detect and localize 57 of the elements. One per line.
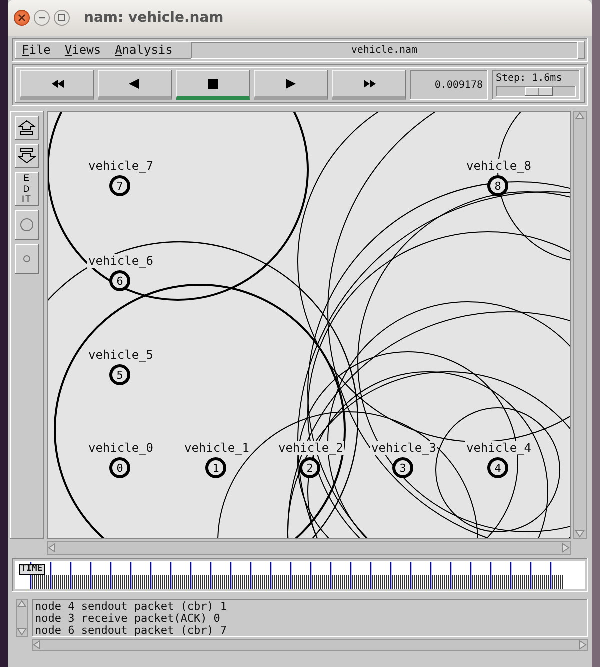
node-label: vehicle_7 — [87, 159, 155, 173]
zoom-out-button[interactable] — [15, 144, 39, 168]
step-slider-thumb[interactable] — [524, 87, 552, 96]
log-horizontal-scrollbar[interactable] — [32, 639, 588, 651]
node-circle[interactable]: 2 — [300, 458, 320, 478]
menu-item[interactable]: Views — [64, 43, 102, 57]
menu-item[interactable]: File — [22, 43, 51, 57]
step-label: Step: 1.6ms — [496, 73, 564, 84]
time-label: TIME — [19, 564, 45, 575]
node-circle[interactable]: 1 — [206, 458, 226, 478]
menu-item[interactable]: Analysis — [115, 43, 173, 57]
up-arrow-icon — [18, 120, 36, 136]
play-button[interactable] — [254, 70, 328, 100]
log-line: node 4 sendout packet (cbr) 1 — [35, 601, 228, 613]
close-icon — [18, 14, 26, 22]
maximize-button[interactable] — [54, 10, 70, 26]
node-label: vehicle_2 — [277, 441, 345, 455]
edit-button[interactable]: EDIT — [15, 172, 39, 206]
circle-icon — [23, 255, 31, 263]
node-label: vehicle_8 — [465, 159, 533, 173]
node-circle[interactable]: 4 — [488, 458, 508, 478]
node-label: vehicle_0 — [87, 441, 155, 455]
horizontal-scrollbar[interactable] — [47, 541, 571, 555]
rewind-button[interactable] — [20, 70, 94, 100]
close-button[interactable] — [14, 10, 30, 26]
large-circle-button[interactable] — [15, 210, 39, 240]
node-circle[interactable]: 6 — [110, 270, 130, 292]
down-arrow-icon — [18, 148, 36, 164]
zoom-in-button[interactable] — [15, 116, 39, 140]
node-label: vehicle_3 — [370, 441, 438, 455]
arrow-icon — [17, 600, 27, 608]
window-title: nam: vehicle.nam — [84, 10, 224, 26]
arrow-icon — [579, 640, 587, 650]
node-label: vehicle_5 — [87, 348, 155, 362]
log-line: node 3 receive packet(ACK) 0 — [35, 613, 222, 625]
log-line: node 6 sendout packet (cbr) 7 — [35, 625, 228, 637]
node-label: vehicle_6 — [87, 254, 155, 268]
play-backward-button[interactable] — [98, 70, 172, 100]
log-vertical-scrollbar[interactable] — [16, 599, 28, 637]
node-circle[interactable]: 8 — [488, 176, 508, 196]
node-circle[interactable]: 0 — [110, 458, 130, 478]
minimize-button[interactable] — [34, 10, 50, 26]
trace-file-field: vehicle.nam — [190, 42, 578, 58]
node-label: vehicle_1 — [183, 441, 251, 455]
maximize-icon — [58, 14, 66, 22]
vertical-scrollbar[interactable] — [573, 111, 587, 539]
small-circle-button[interactable] — [15, 244, 39, 274]
circle-icon — [20, 218, 34, 232]
node-label: vehicle_4 — [465, 441, 533, 455]
node-circle[interactable]: 3 — [392, 458, 414, 478]
arrow-icon — [575, 112, 585, 120]
node-circle[interactable]: 5 — [110, 364, 130, 386]
node-circle[interactable]: 7 — [110, 176, 130, 196]
time-readout: 0.009178 — [410, 70, 488, 100]
arrow-icon — [48, 543, 56, 553]
stop-button[interactable] — [176, 70, 250, 100]
fast-forward-button[interactable] — [332, 70, 406, 100]
